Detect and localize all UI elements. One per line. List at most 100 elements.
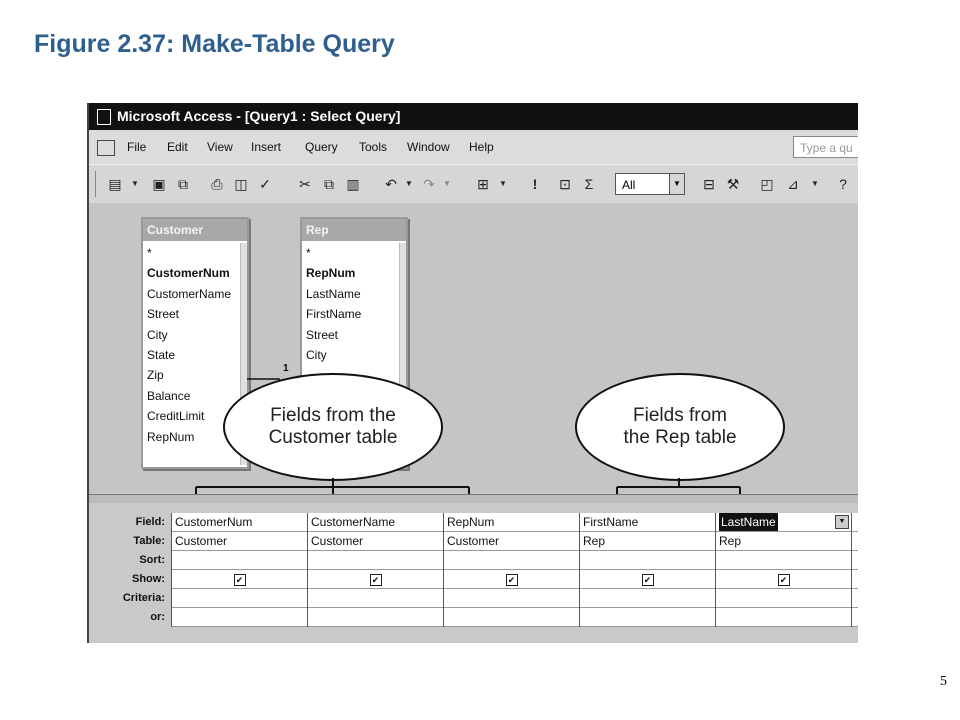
row-label-sort: Sort: (139, 554, 165, 566)
page-number: 5 (940, 674, 947, 689)
grid-table-cell[interactable]: Rep (716, 532, 851, 551)
new-object-icon[interactable]: ⊿ (783, 174, 803, 194)
selected-field-value[interactable]: LastName (719, 513, 778, 531)
design-grid: Field: Table: Sort: Show: Criteria: or: … (89, 503, 858, 643)
grid-show-cell[interactable]: ✔ (172, 570, 307, 589)
grid-field-cell[interactable]: FirstName (580, 513, 715, 532)
access-app-icon (97, 109, 111, 126)
grid-table-cell[interactable]: Customer (172, 532, 307, 551)
chevron-down-icon[interactable]: ▼ (835, 515, 849, 529)
grid-show-cell[interactable]: ✔ (580, 570, 715, 589)
design-grid-row-labels: Field: Table: Sort: Show: Criteria: or: (89, 513, 169, 627)
spelling-icon[interactable]: ✓ (255, 174, 275, 194)
show-checkbox[interactable]: ✔ (641, 573, 654, 586)
grid-criteria-cell[interactable] (308, 589, 443, 608)
query-type-icon[interactable]: ⊞ (473, 174, 493, 194)
grid-sort-cell[interactable] (716, 551, 851, 570)
ask-question-box[interactable]: Type a qu (793, 136, 858, 158)
title-bar: Microsoft Access - [Query1 : Select Quer… (89, 103, 858, 130)
print-preview-icon[interactable]: ◫ (231, 174, 251, 194)
grid-field-cell[interactable]: CustomerName (308, 513, 443, 532)
build-icon[interactable]: ⚒ (723, 174, 743, 194)
menu-bar: File Edit View Insert Query Tools Window… (89, 130, 858, 164)
grid-sort-cell[interactable] (172, 551, 307, 570)
grid-column-customernum[interactable]: CustomerNum Customer ✔ (171, 513, 307, 627)
undo-icon[interactable]: ↶ (381, 174, 401, 194)
top-values-select[interactable]: All ▼ (615, 173, 685, 195)
menu-query[interactable]: Query (305, 140, 338, 154)
grid-show-cell[interactable]: ✔ (716, 570, 851, 589)
grid-or-cell[interactable] (308, 608, 443, 627)
toolbar-separator (95, 171, 96, 197)
show-table-icon[interactable]: ⊡ (555, 174, 575, 194)
grid-field-cell[interactable]: RepNum (444, 513, 579, 532)
grid-column-lastname[interactable]: LastName ▼ Rep ✔ (715, 513, 851, 627)
show-checkbox[interactable]: ✔ (777, 573, 790, 586)
view-dropdown-icon[interactable]: ▼ (125, 174, 145, 194)
grid-show-cell[interactable]: ✔ (444, 570, 579, 589)
grid-sort-cell[interactable] (580, 551, 715, 570)
grid-criteria-cell[interactable] (444, 589, 579, 608)
show-checkbox[interactable]: ✔ (233, 573, 246, 586)
query-design-toolbar: ▤ ▼ ▣ ⧉ ⎙ ◫ ✓ ✂ ⧉ ▥ ↶ ▼ ↷ ▼ ⊞ ▼ ! ⊡ Σ Al… (89, 164, 858, 204)
table-design-pane: Customer * CustomerNum CustomerName Stre… (89, 203, 858, 595)
properties-icon[interactable]: ⊟ (699, 174, 719, 194)
grid-table-cell[interactable]: Customer (308, 532, 443, 551)
undo-dropdown-icon[interactable]: ▼ (399, 174, 419, 194)
grid-or-cell[interactable] (444, 608, 579, 627)
grid-show-cell[interactable]: ✔ (308, 570, 443, 589)
grid-sort-cell[interactable] (308, 551, 443, 570)
customer-fields-callout: Fields from the Customer table (223, 373, 443, 481)
grid-criteria-cell[interactable] (580, 589, 715, 608)
copy-icon[interactable]: ⧉ (319, 174, 339, 194)
cut-icon[interactable]: ✂ (295, 174, 315, 194)
run-icon[interactable]: ! (525, 174, 545, 194)
window-title: Microsoft Access - [Query1 : Select Quer… (117, 108, 401, 124)
redo-dropdown-icon[interactable]: ▼ (437, 174, 457, 194)
redo-icon[interactable]: ↷ (419, 174, 439, 194)
rep-fields-callout: Fields from the Rep table (575, 373, 785, 481)
row-label-criteria: Criteria: (122, 592, 165, 604)
grid-column-repnum[interactable]: RepNum Customer ✔ (443, 513, 579, 627)
grid-table-cell[interactable]: Rep (580, 532, 715, 551)
row-label-field: Field: (135, 516, 165, 528)
grid-or-cell[interactable] (716, 608, 851, 627)
grid-table-cell[interactable]: Customer (444, 532, 579, 551)
menu-file[interactable]: File (127, 140, 146, 154)
grid-criteria-cell[interactable] (172, 589, 307, 608)
grid-or-cell[interactable] (172, 608, 307, 627)
callout-line: Fields from the (270, 405, 396, 426)
chevron-down-icon[interactable]: ▼ (669, 174, 684, 194)
file-search-icon[interactable]: ⧉ (173, 174, 193, 194)
print-icon[interactable]: ⎙ (207, 174, 227, 194)
view-icon[interactable]: ▤ (105, 174, 125, 194)
query-type-dropdown-icon[interactable]: ▼ (493, 174, 513, 194)
new-object-dropdown-icon[interactable]: ▼ (805, 174, 825, 194)
grid-column-customername[interactable]: CustomerName Customer ✔ (307, 513, 443, 627)
menu-view[interactable]: View (207, 140, 233, 154)
row-label-or: or: (150, 611, 165, 623)
grid-column-empty[interactable] (851, 513, 858, 627)
grid-field-cell-selected[interactable]: LastName ▼ (716, 513, 851, 532)
paste-icon[interactable]: ▥ (343, 174, 363, 194)
menu-tools[interactable]: Tools (359, 140, 387, 154)
menu-help[interactable]: Help (469, 140, 494, 154)
show-checkbox[interactable]: ✔ (369, 573, 382, 586)
grid-sort-cell[interactable] (444, 551, 579, 570)
grid-or-cell[interactable] (580, 608, 715, 627)
slide-title: Figure 2.37: Make-Table Query (34, 30, 395, 58)
access-window: Microsoft Access - [Query1 : Select Quer… (87, 103, 858, 643)
callout-line: the Rep table (623, 427, 737, 448)
database-window-icon[interactable]: ◰ (757, 174, 777, 194)
grid-field-cell[interactable]: CustomerNum (172, 513, 307, 532)
grid-criteria-cell[interactable] (716, 589, 851, 608)
menu-insert[interactable]: Insert (251, 140, 281, 154)
save-icon[interactable]: ▣ (149, 174, 169, 194)
query-window-icon[interactable] (97, 140, 115, 156)
help-icon[interactable]: ? (833, 174, 853, 194)
menu-window[interactable]: Window (407, 140, 450, 154)
show-checkbox[interactable]: ✔ (505, 573, 518, 586)
totals-icon[interactable]: Σ (579, 174, 599, 194)
menu-edit[interactable]: Edit (167, 140, 188, 154)
grid-column-firstname[interactable]: FirstName Rep ✔ (579, 513, 715, 627)
